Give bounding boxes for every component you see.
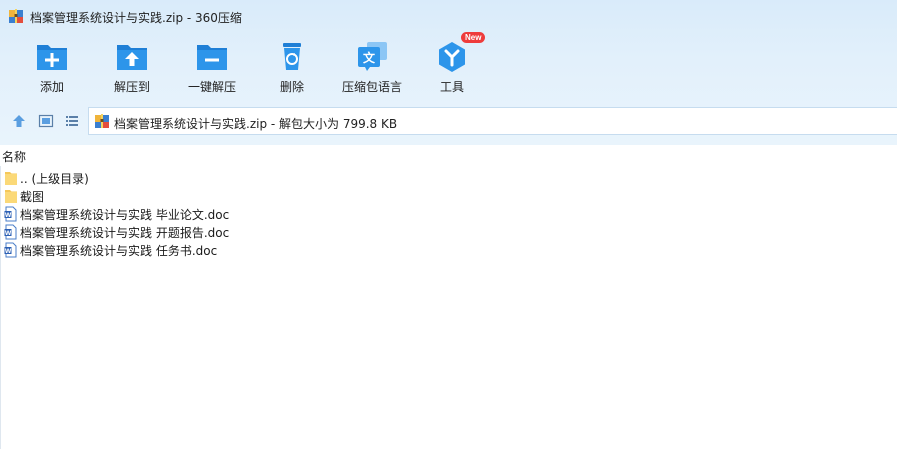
add-button[interactable]: 添加 — [12, 38, 92, 98]
one-click-extract-label: 一键解压 — [187, 80, 236, 94]
list-view-icon[interactable] — [64, 113, 80, 129]
extract-to-button[interactable]: 解压到 — [92, 38, 172, 98]
archive-app-icon — [9, 9, 23, 23]
svg-text:W: W — [5, 230, 12, 237]
word-document-icon: W — [4, 242, 17, 258]
file-name: .. (上级目录) — [20, 172, 89, 186]
tools-button[interactable]: New 工具 — [412, 32, 492, 98]
svg-text:W: W — [5, 212, 12, 219]
extract-to-icon — [117, 45, 147, 70]
up-arrow-icon[interactable] — [11, 113, 27, 129]
svg-text:W: W — [5, 248, 12, 255]
file-name: 档案管理系统设计与实践 任务书.doc — [20, 244, 218, 258]
path-bar[interactable]: 档案管理系统设计与实践.zip - 解包大小为 799.8 KB — [88, 107, 897, 135]
list-item-screenshots-folder[interactable]: 截图 — [0, 187, 400, 205]
word-document-icon: W — [4, 206, 17, 222]
list-item-parent-directory[interactable]: .. (上级目录) — [0, 169, 400, 187]
one-click-extract-button[interactable]: 一键解压 — [172, 38, 252, 98]
tools-icon — [439, 42, 465, 72]
delete-button[interactable]: 删除 — [252, 38, 332, 98]
add-label: 添加 — [39, 80, 64, 94]
list-item-thesis-doc[interactable]: W 档案管理系统设计与实践 毕业论文.doc — [0, 205, 400, 223]
title-bar[interactable]: 档案管理系统设计与实践.zip - 360压缩 — [0, 0, 897, 32]
extract-to-label: 解压到 — [113, 80, 150, 94]
tools-label: 工具 — [439, 80, 464, 94]
list-item-proposal-doc[interactable]: W 档案管理系统设计与实践 开题报告.doc — [0, 223, 400, 241]
folder-icon — [5, 172, 17, 185]
name-column-header[interactable]: 名称 — [2, 148, 26, 165]
language-icon: 文 — [358, 42, 387, 71]
delete-icon — [283, 43, 301, 70]
new-badge: New — [461, 32, 486, 43]
delete-label: 删除 — [279, 80, 304, 94]
toolbar: 添加 解压到 一键解压 删除 文 压缩包语言 New 工具 — [0, 32, 897, 98]
column-header[interactable]: 名称 — [0, 148, 897, 166]
navigation-bar: 档案管理系统设计与实践.zip - 解包大小为 799.8 KB — [0, 105, 897, 137]
list-item-assignment-doc[interactable]: W 档案管理系统设计与实践 任务书.doc — [0, 241, 400, 259]
language-label: 压缩包语言 — [341, 80, 402, 94]
one-click-extract-icon — [197, 45, 227, 70]
svg-text:文: 文 — [363, 50, 376, 65]
file-name: 档案管理系统设计与实践 毕业论文.doc — [20, 208, 230, 222]
path-text: 档案管理系统设计与实践.zip - 解包大小为 799.8 KB — [114, 117, 398, 131]
folder-icon — [5, 190, 17, 203]
file-name: 档案管理系统设计与实践 开题报告.doc — [20, 226, 230, 240]
language-button[interactable]: 文 压缩包语言 — [332, 38, 412, 98]
thumbnail-view-icon[interactable] — [38, 113, 54, 129]
window-title: 档案管理系统设计与实践.zip - 360压缩 — [30, 11, 242, 25]
word-document-icon: W — [4, 224, 17, 240]
zip-file-icon — [95, 114, 109, 128]
file-name: 截图 — [20, 190, 45, 204]
header-area: 档案管理系统设计与实践.zip - 360压缩 添加 解压到 一键解压 删除 文… — [0, 0, 897, 145]
add-icon — [37, 45, 67, 70]
